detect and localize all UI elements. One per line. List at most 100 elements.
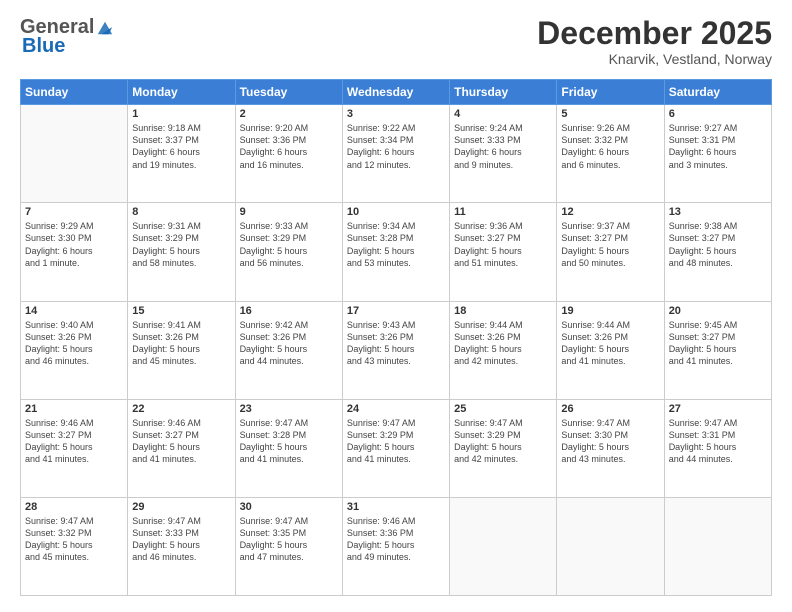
day-number: 30 xyxy=(240,501,338,513)
week-row-4: 28 Sunrise: 9:47 AM Sunset: 3:32 PM Dayli… xyxy=(21,497,772,595)
day-cell: 15 Sunrise: 9:41 AM Sunset: 3:26 PM Dayli… xyxy=(128,301,235,399)
day-cell: 9 Sunrise: 9:33 AM Sunset: 3:29 PM Daylig… xyxy=(235,203,342,301)
logo: General Blue xyxy=(20,16,114,58)
day-info: Sunrise: 9:18 AM Sunset: 3:37 PM Dayligh… xyxy=(132,122,230,171)
day-number: 14 xyxy=(25,305,123,317)
day-number: 5 xyxy=(561,108,659,120)
day-info: Sunrise: 9:44 AM Sunset: 3:26 PM Dayligh… xyxy=(561,319,659,368)
day-number: 8 xyxy=(132,206,230,218)
logo-blue: Blue xyxy=(22,35,65,58)
day-number: 1 xyxy=(132,108,230,120)
day-number: 23 xyxy=(240,403,338,415)
day-info: Sunrise: 9:20 AM Sunset: 3:36 PM Dayligh… xyxy=(240,122,338,171)
day-header-saturday: Saturday xyxy=(664,80,771,105)
day-info: Sunrise: 9:29 AM Sunset: 3:30 PM Dayligh… xyxy=(25,220,123,269)
day-info: Sunrise: 9:44 AM Sunset: 3:26 PM Dayligh… xyxy=(454,319,552,368)
day-number: 6 xyxy=(669,108,767,120)
week-row-3: 21Sunrise: 9:46 AM Sunset: 3:27 PM Dayli… xyxy=(21,399,772,497)
day-header-tuesday: Tuesday xyxy=(235,80,342,105)
day-cell: 23 Sunrise: 9:47 AM Sunset: 3:28 PM Dayli… xyxy=(235,399,342,497)
day-cell: 5 Sunrise: 9:26 AM Sunset: 3:32 PM Daylig… xyxy=(557,105,664,203)
day-info: Sunrise: 9:33 AM Sunset: 3:29 PM Dayligh… xyxy=(240,220,338,269)
day-cell: 13Sunrise: 9:38 AM Sunset: 3:27 PM Dayli… xyxy=(664,203,771,301)
day-number: 28 xyxy=(25,501,123,513)
day-cell: 25Sunrise: 9:47 AM Sunset: 3:29 PM Dayli… xyxy=(450,399,557,497)
day-info: Sunrise: 9:46 AM Sunset: 3:27 PM Dayligh… xyxy=(25,417,123,466)
day-cell: 29Sunrise: 9:47 AM Sunset: 3:33 PM Dayli… xyxy=(128,497,235,595)
day-info: Sunrise: 9:37 AM Sunset: 3:27 PM Dayligh… xyxy=(561,220,659,269)
day-info: Sunrise: 9:22 AM Sunset: 3:34 PM Dayligh… xyxy=(347,122,445,171)
calendar-header-row: SundayMondayTuesdayWednesdayThursdayFrid… xyxy=(21,80,772,105)
day-info: Sunrise: 9:31 AM Sunset: 3:29 PM Dayligh… xyxy=(132,220,230,269)
day-number: 4 xyxy=(454,108,552,120)
day-info: Sunrise: 9:47 AM Sunset: 3:29 PM Dayligh… xyxy=(347,417,445,466)
day-cell: 8 Sunrise: 9:31 AM Sunset: 3:29 PM Daylig… xyxy=(128,203,235,301)
day-header-wednesday: Wednesday xyxy=(342,80,449,105)
day-info: Sunrise: 9:36 AM Sunset: 3:27 PM Dayligh… xyxy=(454,220,552,269)
day-cell: 17 Sunrise: 9:43 AM Sunset: 3:26 PM Dayli… xyxy=(342,301,449,399)
day-info: Sunrise: 9:43 AM Sunset: 3:26 PM Dayligh… xyxy=(347,319,445,368)
day-info: Sunrise: 9:47 AM Sunset: 3:35 PM Dayligh… xyxy=(240,515,338,564)
day-info: Sunrise: 9:42 AM Sunset: 3:26 PM Dayligh… xyxy=(240,319,338,368)
day-number: 15 xyxy=(132,305,230,317)
day-number: 12 xyxy=(561,206,659,218)
day-number: 11 xyxy=(454,206,552,218)
week-row-0: 1 Sunrise: 9:18 AM Sunset: 3:37 PM Daylig… xyxy=(21,105,772,203)
day-cell: 2 Sunrise: 9:20 AM Sunset: 3:36 PM Daylig… xyxy=(235,105,342,203)
day-info: Sunrise: 9:24 AM Sunset: 3:33 PM Dayligh… xyxy=(454,122,552,171)
day-number: 7 xyxy=(25,206,123,218)
day-number: 26 xyxy=(561,403,659,415)
day-info: Sunrise: 9:45 AM Sunset: 3:27 PM Dayligh… xyxy=(669,319,767,368)
day-cell: 14 Sunrise: 9:40 AM Sunset: 3:26 PM Dayli… xyxy=(21,301,128,399)
day-cell: 12 Sunrise: 9:37 AM Sunset: 3:27 PM Dayli… xyxy=(557,203,664,301)
day-cell: 6 Sunrise: 9:27 AM Sunset: 3:31 PM Daylig… xyxy=(664,105,771,203)
day-info: Sunrise: 9:47 AM Sunset: 3:28 PM Dayligh… xyxy=(240,417,338,466)
day-number: 31 xyxy=(347,501,445,513)
day-number: 9 xyxy=(240,206,338,218)
day-info: Sunrise: 9:40 AM Sunset: 3:26 PM Dayligh… xyxy=(25,319,123,368)
day-cell: 31 Sunrise: 9:46 AM Sunset: 3:36 PM Dayli… xyxy=(342,497,449,595)
day-number: 3 xyxy=(347,108,445,120)
day-cell: 24 Sunrise: 9:47 AM Sunset: 3:29 PM Dayli… xyxy=(342,399,449,497)
day-cell xyxy=(450,497,557,595)
day-info: Sunrise: 9:38 AM Sunset: 3:27 PM Dayligh… xyxy=(669,220,767,269)
page: General Blue December 2025 Knarvik, Vest… xyxy=(0,0,792,612)
day-number: 19 xyxy=(561,305,659,317)
day-info: Sunrise: 9:47 AM Sunset: 3:32 PM Dayligh… xyxy=(25,515,123,564)
logo-icon xyxy=(96,19,114,37)
day-info: Sunrise: 9:47 AM Sunset: 3:31 PM Dayligh… xyxy=(669,417,767,466)
day-cell: 21Sunrise: 9:46 AM Sunset: 3:27 PM Dayli… xyxy=(21,399,128,497)
day-header-friday: Friday xyxy=(557,80,664,105)
day-number: 24 xyxy=(347,403,445,415)
day-number: 29 xyxy=(132,501,230,513)
day-info: Sunrise: 9:47 AM Sunset: 3:30 PM Dayligh… xyxy=(561,417,659,466)
day-number: 10 xyxy=(347,206,445,218)
day-info: Sunrise: 9:34 AM Sunset: 3:28 PM Dayligh… xyxy=(347,220,445,269)
day-number: 27 xyxy=(669,403,767,415)
day-info: Sunrise: 9:47 AM Sunset: 3:29 PM Dayligh… xyxy=(454,417,552,466)
day-number: 17 xyxy=(347,305,445,317)
calendar-table: SundayMondayTuesdayWednesdayThursdayFrid… xyxy=(20,79,772,596)
day-cell: 16 Sunrise: 9:42 AM Sunset: 3:26 PM Dayli… xyxy=(235,301,342,399)
day-cell: 3 Sunrise: 9:22 AM Sunset: 3:34 PM Daylig… xyxy=(342,105,449,203)
day-cell: 30 Sunrise: 9:47 AM Sunset: 3:35 PM Dayli… xyxy=(235,497,342,595)
day-info: Sunrise: 9:46 AM Sunset: 3:27 PM Dayligh… xyxy=(132,417,230,466)
day-info: Sunrise: 9:27 AM Sunset: 3:31 PM Dayligh… xyxy=(669,122,767,171)
day-cell: 4 Sunrise: 9:24 AM Sunset: 3:33 PM Daylig… xyxy=(450,105,557,203)
day-cell: 11 Sunrise: 9:36 AM Sunset: 3:27 PM Dayli… xyxy=(450,203,557,301)
day-cell: 27 Sunrise: 9:47 AM Sunset: 3:31 PM Dayli… xyxy=(664,399,771,497)
day-number: 22 xyxy=(132,403,230,415)
day-cell: 28 Sunrise: 9:47 AM Sunset: 3:32 PM Dayli… xyxy=(21,497,128,595)
day-info: Sunrise: 9:26 AM Sunset: 3:32 PM Dayligh… xyxy=(561,122,659,171)
day-number: 20 xyxy=(669,305,767,317)
day-number: 18 xyxy=(454,305,552,317)
day-info: Sunrise: 9:46 AM Sunset: 3:36 PM Dayligh… xyxy=(347,515,445,564)
day-header-sunday: Sunday xyxy=(21,80,128,105)
day-cell xyxy=(664,497,771,595)
day-number: 16 xyxy=(240,305,338,317)
day-cell: 22 Sunrise: 9:46 AM Sunset: 3:27 PM Dayli… xyxy=(128,399,235,497)
day-info: Sunrise: 9:41 AM Sunset: 3:26 PM Dayligh… xyxy=(132,319,230,368)
title-block: December 2025 Knarvik, Vestland, Norway xyxy=(537,16,772,67)
day-header-thursday: Thursday xyxy=(450,80,557,105)
day-number: 2 xyxy=(240,108,338,120)
